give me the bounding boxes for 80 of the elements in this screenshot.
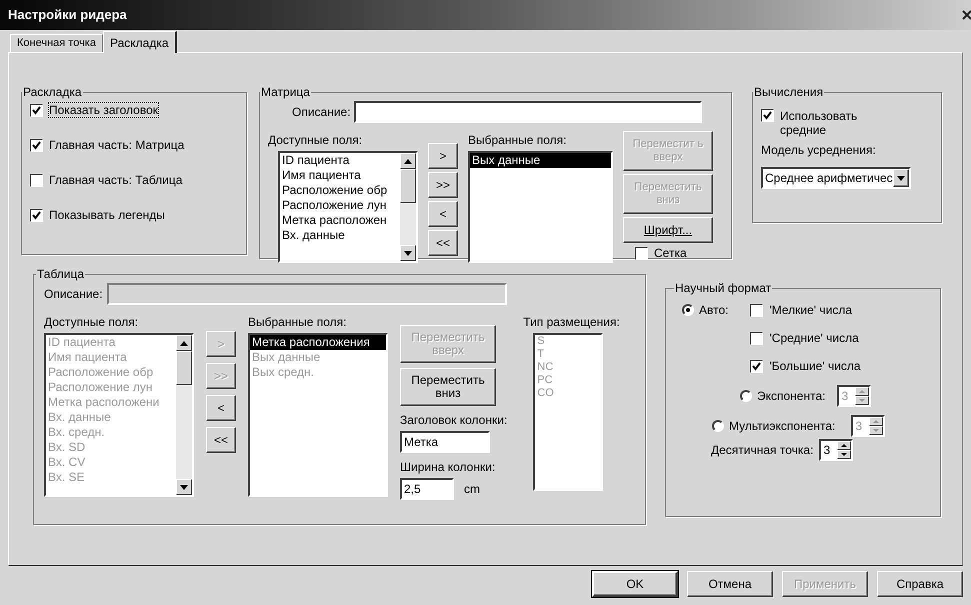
spin-box[interactable]: 3 — [819, 439, 854, 461]
button[interactable]: Справка — [877, 571, 963, 597]
checkbox[interactable] — [30, 174, 43, 186]
tab[interactable]: Раскладка — [102, 31, 177, 53]
down-arrow-icon[interactable] — [404, 250, 412, 256]
checkbox-label: Главная часть: Таблица — [49, 173, 182, 187]
group-title: Научный формат — [674, 280, 772, 297]
scrollbar[interactable] — [176, 335, 192, 495]
unit-label: cm — [464, 481, 480, 498]
up-arrow-icon[interactable] — [404, 158, 412, 164]
scroll-thumb[interactable] — [176, 351, 192, 385]
checkbox[interactable] — [635, 246, 648, 260]
input-field[interactable] — [354, 101, 702, 123]
checkbox-label: Показывать легенды — [49, 208, 165, 222]
field-label: Тип размещения: — [523, 314, 620, 331]
checkbox-label: Сетка — [654, 246, 687, 260]
group-title: Таблица — [36, 266, 86, 283]
field-label: Выбранные поля: — [468, 132, 568, 149]
checkbox-label: Использовать средние — [780, 109, 858, 137]
field-label: Ширина колонки: — [400, 459, 496, 476]
button[interactable]: << — [206, 427, 236, 453]
button[interactable]: Отмена — [687, 571, 773, 597]
checkbox[interactable] — [750, 304, 764, 316]
button[interactable]: << — [428, 230, 458, 256]
list-item[interactable]: Расположение лун — [280, 198, 400, 213]
list-box[interactable]: ID пациента Имя пациента Расположение обр Расположение лун Метка расположен Вх. данные — [278, 151, 418, 263]
button[interactable]: Шрифт... — [623, 217, 713, 243]
checkbox[interactable] — [761, 109, 774, 122]
input-field[interactable]: Метка — [400, 431, 490, 453]
radio-label: Мультиэкспонента: — [729, 418, 836, 435]
scroll-thumb[interactable] — [400, 169, 416, 203]
list-box[interactable]: Вых данные — [468, 151, 613, 263]
list-box[interactable]: Метка расположения Вых данные Вых средн. — [248, 333, 388, 497]
field-label: Доступные поля: — [268, 132, 364, 149]
scrollbar[interactable] — [400, 153, 416, 261]
up-arrow-icon[interactable] — [841, 444, 848, 447]
checkbox-label: Показать заголовок — [49, 103, 158, 117]
window-title: Настройки ридера — [8, 6, 127, 24]
field-label: Доступные поля: — [44, 314, 140, 331]
button[interactable]: Переместить вниз — [400, 368, 496, 406]
checkbox-label: Главная часть: Матрица — [49, 138, 184, 152]
list-item[interactable]: Вх. данные — [280, 228, 400, 243]
checkbox-label: 'Средние' числа — [769, 331, 859, 345]
checkbox[interactable] — [750, 360, 764, 372]
field-label: Описание: — [44, 286, 103, 303]
checkbox[interactable] — [30, 138, 43, 152]
tab[interactable]: Конечная точка — [10, 34, 103, 52]
list-item[interactable]: Метка расположения — [250, 335, 386, 350]
button[interactable]: > — [428, 143, 458, 169]
radio-button[interactable] — [682, 304, 694, 316]
field-label: Модель усреднения: — [761, 142, 877, 159]
checkbox[interactable] — [750, 332, 764, 344]
button[interactable]: OK — [592, 571, 678, 597]
button[interactable]: < — [206, 395, 236, 421]
list-item[interactable]: ID пациента — [280, 153, 400, 168]
input-field[interactable]: 2,5 — [400, 478, 454, 500]
dropdown[interactable]: Среднее арифметичес — [761, 167, 911, 189]
group-title: Матрица — [260, 84, 311, 101]
group-title: Вычисления — [753, 84, 824, 101]
checkbox[interactable] — [30, 208, 43, 222]
checkbox[interactable] — [30, 104, 43, 116]
radio-label: Экспонента: — [757, 388, 826, 405]
field-label: Заголовок колонки: — [400, 412, 508, 429]
field-label: Описание: — [292, 104, 351, 121]
list-item[interactable]: Метка расположен — [280, 213, 400, 228]
group-title: Раскладка — [22, 84, 83, 101]
checkbox-label: 'Большие' числа — [769, 359, 861, 373]
checkbox-label: 'Мелкие' числа — [769, 303, 852, 317]
button[interactable]: < — [428, 201, 458, 227]
down-arrow-icon[interactable] — [180, 484, 188, 490]
down-arrow-icon[interactable] — [841, 453, 848, 456]
list-item[interactable]: Вых данные — [470, 153, 611, 168]
field-label: Выбранные поля: — [248, 314, 348, 331]
radio-label: Авто: — [699, 302, 728, 319]
button[interactable]: >> — [428, 172, 458, 198]
list-item[interactable]: Имя пациента — [280, 168, 400, 183]
list-item[interactable]: Расположение обр — [280, 183, 400, 198]
field-label: Десятичная точка: — [711, 442, 814, 459]
input-field[interactable] — [106, 283, 507, 305]
up-arrow-icon[interactable] — [180, 340, 188, 346]
